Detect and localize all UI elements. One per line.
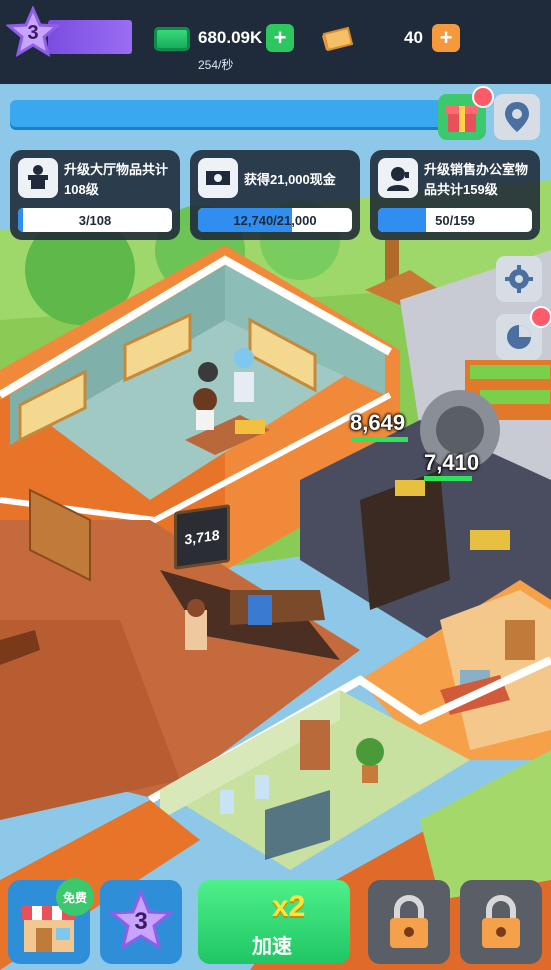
pie-chart-icon [507, 325, 531, 349]
task-card-1[interactable]: 升级大厅物品共计108级 3/108 [10, 150, 180, 240]
padlock-icon [482, 895, 520, 948]
task-progress-count: 50/159 [435, 212, 475, 228]
area-progress-bar [10, 100, 470, 130]
cash-icon [154, 27, 190, 51]
task-description: 获得21,000现金 [244, 172, 336, 187]
cash-stack-icon [198, 158, 238, 198]
task-progress-count: 3/108 [78, 212, 112, 228]
add-cash-button[interactable]: + [266, 24, 294, 52]
map-pin-icon [505, 102, 529, 132]
speed-label: 加速 [252, 936, 292, 958]
player-level: 3 [27, 21, 39, 44]
speed-multiplier: x2 [272, 890, 306, 923]
task-description: 升级销售办公室物品共计159级 [424, 162, 529, 197]
counter-a-bar [352, 437, 408, 442]
star-level: 3 [134, 908, 148, 935]
counter-b-bar [424, 476, 472, 481]
xp-progress-bar [48, 20, 132, 54]
gift-notification-dot [472, 86, 494, 108]
task-progress-bar: 50/159 [378, 208, 532, 232]
locked-slot-2[interactable] [460, 880, 542, 964]
map-button[interactable] [494, 94, 540, 140]
stats-notification-dot [530, 306, 551, 328]
task-progress-bar: 3/108 [18, 208, 172, 232]
upgrade-pedestal-icon [18, 158, 58, 198]
task-card-2[interactable]: 获得21,000现金 12,740/21,000 [190, 150, 360, 240]
task-card-3[interactable]: 升级销售办公室物品共计159级 50/159 [370, 150, 540, 240]
padlock-icon [390, 895, 428, 948]
queue-sign: 3,718 [174, 504, 230, 570]
task-progress-count: 12,740/21,000 [233, 212, 317, 228]
add-gold-button[interactable]: + [432, 24, 460, 52]
vault-counter-b: 7,410 [424, 450, 480, 475]
settings-button[interactable] [496, 256, 542, 302]
gold-amount: 40 [404, 28, 423, 47]
gold-bar-icon [322, 26, 354, 52]
gear-icon [505, 265, 533, 293]
task-progress-bar: 12,740/21,000 [198, 208, 352, 232]
sales-agent-icon [378, 158, 418, 198]
task-description: 升级大厅物品共计108级 [64, 162, 169, 197]
vault-counter-a: 8,649 [350, 410, 406, 435]
cash-rate: 254/秒 [198, 58, 234, 72]
top-bar: 3 680.09K + 254/秒 40 + [0, 0, 551, 84]
free-badge: 免费 [56, 878, 94, 916]
cash-amount: 680.09K [198, 28, 263, 47]
locked-slot-1[interactable] [368, 880, 450, 964]
